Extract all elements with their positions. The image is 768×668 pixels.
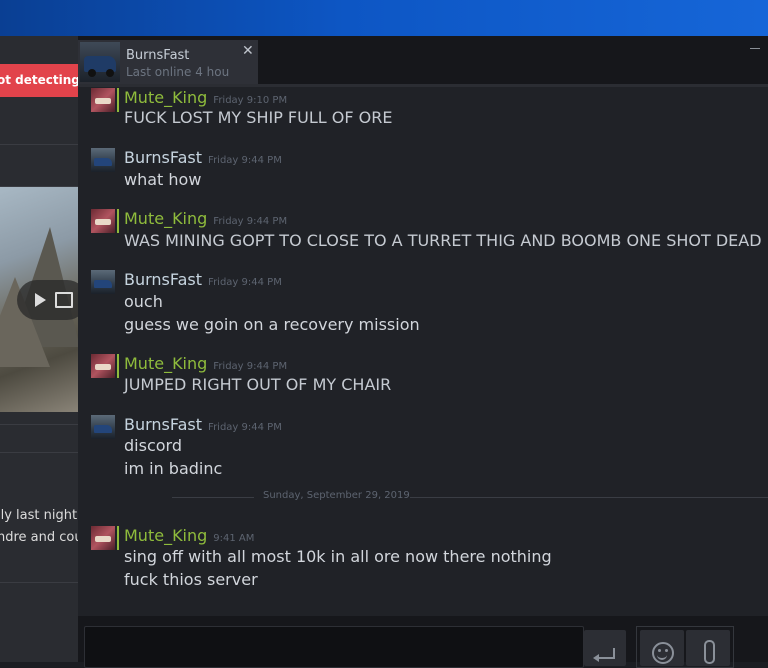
desktop-wallpaper [0, 0, 768, 36]
play-icon[interactable] [35, 293, 46, 307]
send-button[interactable] [584, 630, 626, 666]
tab-friend-name: BurnsFast [126, 48, 190, 63]
wheel-shape [106, 69, 114, 77]
smiley-icon [652, 642, 674, 664]
chat-titlebar: BurnsFast Last online 4 hours ago ✕ [78, 36, 768, 84]
titlebar-divider [78, 84, 768, 87]
avatar[interactable] [91, 88, 115, 112]
timestamp: Friday 9:44 PM [208, 277, 282, 288]
paperclip-icon [704, 640, 715, 664]
background-divider [0, 144, 80, 145]
sender-name[interactable]: Mute_King Friday 9:44 PM [124, 354, 287, 377]
message-text: im in badinc [124, 459, 223, 478]
background-alert-banner[interactable]: ot detecting ar [0, 64, 80, 97]
timestamp: Friday 9:44 PM [208, 422, 282, 433]
close-tab-icon[interactable]: ✕ [242, 44, 254, 58]
date-separator-line [172, 497, 254, 498]
friend-avatar [80, 42, 120, 82]
wheel-shape [88, 69, 96, 77]
timestamp: Friday 9:10 PM [213, 95, 288, 106]
avatar[interactable] [91, 415, 115, 439]
attach-button[interactable] [686, 630, 730, 666]
avatar[interactable] [91, 526, 115, 550]
background-divider [0, 424, 80, 425]
date-separator: Sunday, September 29, 2019 [78, 490, 768, 504]
sender-name[interactable]: Mute_King Friday 9:44 PM [124, 209, 287, 232]
sender-name[interactable]: BurnsFast Friday 9:44 PM [124, 270, 282, 293]
timestamp: Friday 9:44 PM [213, 361, 288, 372]
sender-name[interactable]: BurnsFast Friday 9:44 PM [124, 148, 282, 171]
message-text: what how [124, 170, 202, 189]
arrow-head-icon [593, 654, 599, 662]
background-divider [0, 582, 80, 583]
in-game-indicator [117, 209, 119, 233]
emoji-button[interactable] [640, 630, 684, 666]
timestamp: Friday 9:44 PM [213, 216, 288, 227]
message-text: JUMPED RIGHT OUT OF MY CHAIR [124, 375, 392, 394]
chat-tab-burnsfast[interactable]: BurnsFast Last online 4 hours ago ✕ [78, 40, 258, 84]
avatar[interactable] [91, 354, 115, 378]
chat-input-area [78, 616, 768, 668]
date-separator-text: Sunday, September 29, 2019 [263, 490, 410, 501]
smiley-eye [665, 649, 668, 652]
message-text: discord [124, 436, 182, 455]
message-text: guess we goin on a recovery mission [124, 315, 420, 334]
message-text: WAS MINING GOPT TO CLOSE TO A TURRET THI… [124, 231, 762, 250]
date-separator-line [410, 497, 768, 498]
video-controls[interactable] [17, 280, 87, 320]
message-text: FUCK LOST MY SHIP FULL OF ORE [124, 108, 393, 127]
avatar[interactable] [91, 148, 115, 172]
tab-friend-status: Last online 4 hours ago [126, 65, 230, 79]
avatar[interactable] [91, 209, 115, 233]
avatar[interactable] [91, 270, 115, 294]
in-game-indicator [117, 88, 119, 112]
timestamp: Friday 9:44 PM [208, 155, 282, 166]
message-text: sing off with all most 10k in all ore no… [124, 547, 552, 566]
background-snippet-line: lly last night [0, 508, 78, 523]
chat-window: BurnsFast Last online 4 hours ago ✕ Mute… [78, 36, 768, 668]
message-text: fuck thios server [124, 570, 258, 589]
sender-name[interactable]: BurnsFast Friday 9:44 PM [124, 415, 282, 438]
smiley-eye [658, 649, 661, 652]
in-game-indicator [117, 354, 119, 378]
minimize-icon[interactable] [750, 48, 760, 49]
share-icon[interactable] [55, 292, 73, 308]
background-divider [0, 452, 80, 453]
alert-text: ot detecting ar [0, 73, 80, 87]
timestamp: 9:41 AM [213, 533, 255, 544]
sender-name[interactable]: Mute_King 9:41 AM [124, 526, 254, 549]
background-snippet-line: ndre and cou [0, 530, 80, 545]
in-game-indicator [117, 526, 119, 550]
message-text: ouch [124, 292, 163, 311]
